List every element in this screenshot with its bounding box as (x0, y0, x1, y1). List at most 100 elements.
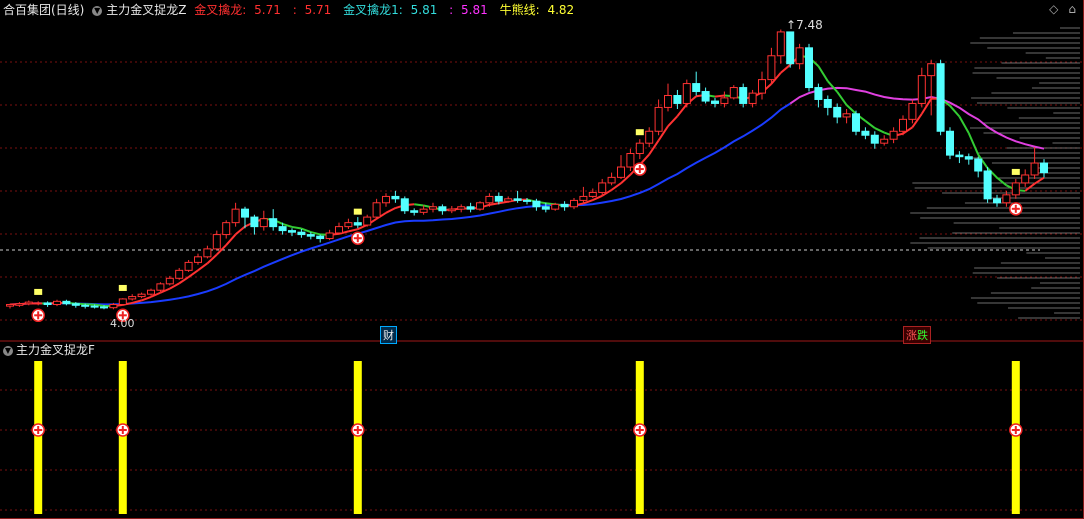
candle (936, 63, 945, 132)
candle (100, 306, 108, 309)
candle (6, 304, 14, 307)
candle (964, 156, 973, 160)
candle (955, 154, 964, 158)
indicator-name[interactable]: 主力金叉捉龙Z (106, 3, 186, 17)
kline-chart[interactable] (0, 0, 1084, 519)
ma-fast-segment (141, 295, 152, 302)
candle (664, 95, 672, 108)
candle (382, 195, 390, 204)
candle (128, 296, 137, 300)
candle (870, 134, 879, 144)
diamond-icon[interactable]: ◇ (1049, 2, 1058, 16)
candle (165, 277, 174, 285)
ma-fast-segment (845, 104, 857, 115)
ma-fast-segment (489, 202, 499, 206)
ma-fast-segment (667, 115, 679, 127)
low-price-label: 4.00 (110, 317, 135, 330)
signal-bar (1011, 361, 1020, 514)
candle (447, 208, 456, 212)
ma-fast-segment (836, 91, 848, 106)
candle (946, 130, 954, 156)
sub-indicator-menu-icon[interactable]: ▼ (3, 345, 13, 356)
candle (993, 198, 1001, 204)
candle (335, 226, 343, 234)
candle (805, 47, 813, 89)
candle (635, 142, 644, 155)
candle (927, 63, 936, 77)
ma-fast-segment (301, 227, 312, 233)
candle (617, 166, 625, 178)
candle (372, 202, 381, 218)
candle (485, 195, 494, 204)
candle (269, 218, 278, 228)
candle (767, 55, 776, 81)
candle (288, 230, 296, 233)
candle (673, 95, 682, 104)
signal-bar (118, 361, 127, 514)
candle (306, 234, 315, 237)
ma-fast-segment (967, 132, 980, 156)
ma-fast-segment (385, 207, 396, 214)
ma-fast-segment (864, 120, 876, 129)
candle (325, 232, 334, 240)
sub-panel-header: ▼ 主力金叉捉龙F (0, 342, 95, 358)
candle (353, 222, 362, 226)
candle (118, 298, 127, 306)
candle (344, 222, 353, 228)
candle (137, 293, 146, 298)
candle (861, 130, 870, 136)
stock-title[interactable]: 合百集团(日线) (3, 3, 84, 17)
candle (429, 206, 437, 210)
candle (241, 208, 249, 218)
candle (278, 226, 287, 232)
indicator-item-1: 金叉擒龙: 5.71 (194, 3, 281, 17)
candle (729, 87, 738, 99)
candle (513, 198, 522, 201)
ma-fast-segment (310, 231, 321, 236)
finance-tag[interactable]: 财 (380, 326, 397, 344)
candle (1040, 162, 1048, 174)
candle (438, 206, 447, 212)
candle (701, 91, 710, 102)
candle (175, 269, 184, 279)
candle (842, 113, 851, 118)
ma-fast-segment (414, 203, 424, 207)
ma-fast-segment (498, 200, 509, 205)
limit-tag[interactable]: 涨跌 (903, 326, 931, 344)
ma-fast-segment (780, 64, 791, 74)
candle (523, 199, 531, 202)
candle (626, 153, 635, 168)
candle (654, 106, 663, 132)
candle (184, 261, 193, 271)
candle (795, 47, 804, 65)
candle (588, 191, 597, 197)
candle (814, 87, 823, 100)
ma-fast-segment (234, 225, 246, 236)
candle (222, 222, 231, 236)
candle (410, 210, 419, 213)
candle (15, 303, 24, 306)
candle (194, 256, 202, 263)
candle (297, 231, 306, 236)
ma-fast-segment (827, 80, 838, 93)
ma-fast-segment (348, 228, 359, 233)
candle (908, 102, 917, 120)
expand-icon[interactable]: ⌂ (1068, 2, 1076, 16)
ma-fast-segment (1024, 182, 1036, 192)
candle (1021, 174, 1030, 184)
candle (889, 130, 898, 140)
candle (983, 170, 992, 200)
candle (203, 248, 212, 258)
candle (34, 302, 43, 305)
sub-indicator-name[interactable]: 主力金叉捉龙F (16, 343, 95, 357)
signal-marker (1011, 168, 1020, 175)
ma-fast-segment (958, 115, 970, 134)
candle (212, 234, 221, 250)
candle (391, 195, 400, 200)
candle (231, 208, 240, 224)
candle (560, 203, 569, 208)
candle (400, 198, 409, 212)
indicator-menu-icon[interactable]: ▼ (92, 5, 103, 16)
indicator-item-4: : 5.81 (449, 3, 488, 17)
candle (156, 283, 165, 291)
